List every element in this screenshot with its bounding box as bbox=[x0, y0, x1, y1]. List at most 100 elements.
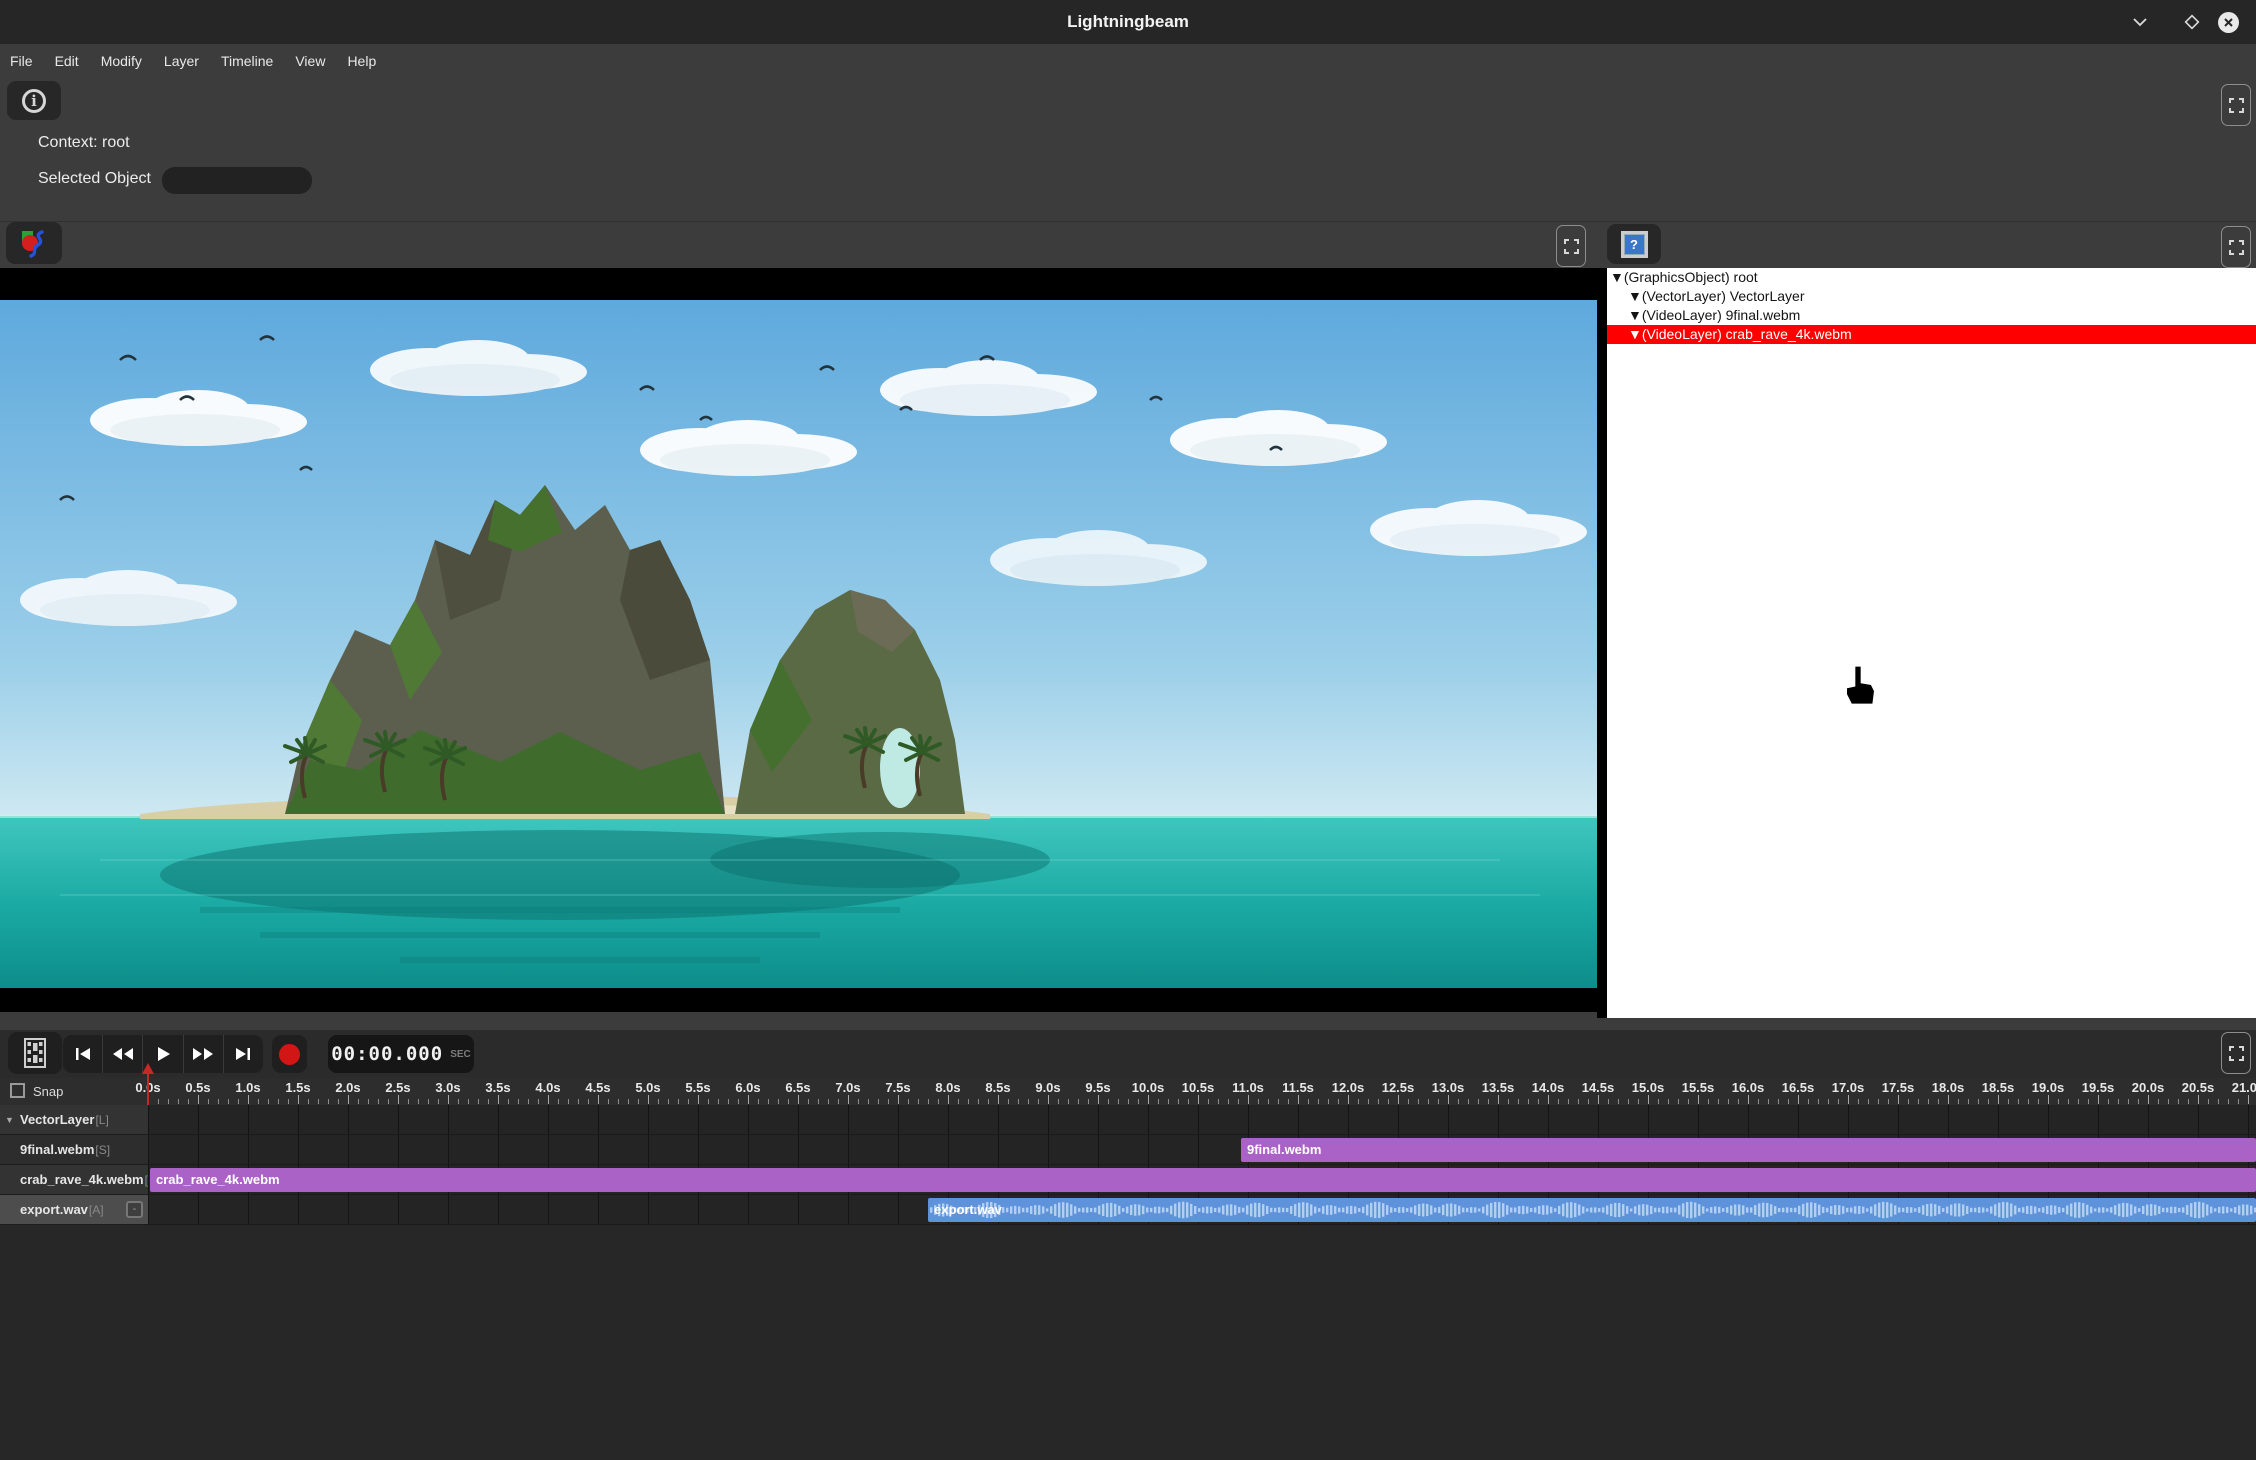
menu-item-view[interactable]: View bbox=[295, 53, 325, 69]
ruler-tick bbox=[558, 1099, 559, 1104]
track-content[interactable]: 9final.webm crab_rave_4k.webm export.wav bbox=[148, 1105, 2256, 1225]
skip-end-icon[interactable] bbox=[224, 1035, 263, 1073]
track-label-vectorlayer[interactable]: ▼VectorLayer[L] bbox=[0, 1105, 148, 1135]
ruler-tick bbox=[1668, 1099, 1669, 1104]
ruler-tick bbox=[1428, 1099, 1429, 1104]
ruler-tick bbox=[1008, 1099, 1009, 1104]
track-name: 9final.webm bbox=[20, 1142, 94, 1157]
ruler-tick bbox=[1968, 1099, 1969, 1104]
ruler-tick bbox=[248, 1095, 249, 1104]
ruler-label: 18.0s bbox=[1932, 1080, 1965, 1095]
menu-item-help[interactable]: Help bbox=[347, 53, 376, 69]
menu-item-layer[interactable]: Layer bbox=[164, 53, 199, 69]
ruler-tick bbox=[1158, 1099, 1159, 1104]
menu-item-file[interactable]: File bbox=[10, 53, 33, 69]
ruler-tick bbox=[658, 1099, 659, 1104]
ruler-label: 3.0s bbox=[435, 1080, 460, 1095]
ruler-tick bbox=[2248, 1095, 2249, 1104]
ruler-tick bbox=[1398, 1095, 1399, 1104]
ruler-tick bbox=[858, 1099, 859, 1104]
ruler-tick bbox=[468, 1099, 469, 1104]
ruler-tick bbox=[1678, 1099, 1679, 1104]
menu-item-edit[interactable]: Edit bbox=[55, 53, 79, 69]
ruler-tick bbox=[2028, 1099, 2029, 1104]
ruler-tick bbox=[978, 1099, 979, 1104]
ruler-tick bbox=[818, 1099, 819, 1104]
timecode-display: 00:00.000 SEC bbox=[328, 1035, 474, 1073]
ruler-tick bbox=[1048, 1095, 1049, 1104]
ruler-tick bbox=[178, 1099, 179, 1104]
stage-tab[interactable] bbox=[6, 222, 62, 264]
fullscreen-icon[interactable] bbox=[2221, 226, 2251, 268]
film-strip-icon bbox=[22, 1038, 48, 1068]
context-text: Context: root bbox=[38, 134, 130, 152]
ruler-tick bbox=[438, 1099, 439, 1104]
fast-forward-icon[interactable] bbox=[184, 1035, 224, 1073]
clip-video[interactable]: 9final.webm bbox=[1241, 1138, 2256, 1162]
rewind-icon[interactable] bbox=[103, 1035, 143, 1073]
app-window: Lightningbeam File Edit Modify Layer Timelin… bbox=[0, 0, 2256, 1460]
scene-tree-tab[interactable]: ? bbox=[1607, 224, 1661, 264]
timeline-ruler[interactable]: Snap 0.0s0.5s1.0s1.5s2.0s2.5s3.0s3.5s4.0… bbox=[0, 1078, 2256, 1105]
ruler-tick bbox=[598, 1095, 599, 1104]
play-icon[interactable] bbox=[143, 1035, 183, 1073]
ruler-tick bbox=[2188, 1099, 2189, 1104]
timeline-tab[interactable] bbox=[8, 1032, 62, 1074]
ruler-tick bbox=[1818, 1099, 1819, 1104]
track-row[interactable]: export.wav bbox=[148, 1195, 2256, 1225]
expander-icon[interactable]: ▼ bbox=[5, 1105, 14, 1135]
title-bar: Lightningbeam bbox=[0, 0, 2256, 44]
ruler-label: 19.0s bbox=[2032, 1080, 2065, 1095]
fullscreen-icon[interactable] bbox=[2221, 1032, 2251, 1074]
ruler-tick bbox=[1578, 1099, 1579, 1104]
ruler-tick bbox=[1878, 1099, 1879, 1104]
close-icon[interactable] bbox=[2216, 10, 2240, 34]
tree-item[interactable]: ▼(GraphicsObject) root bbox=[1607, 268, 2256, 287]
ruler-tick bbox=[2198, 1095, 2199, 1104]
fullscreen-icon[interactable] bbox=[1556, 225, 1586, 267]
track-row[interactable]: crab_rave_4k.webm bbox=[148, 1165, 2256, 1195]
selected-object-input[interactable] bbox=[162, 167, 312, 194]
track-row[interactable] bbox=[148, 1105, 2256, 1135]
ruler-tick bbox=[1368, 1099, 1369, 1104]
mute-checkbox[interactable]: - bbox=[126, 1201, 143, 1218]
placeholder-image-icon: ? bbox=[1621, 231, 1648, 258]
tree-item[interactable]: ▼(VideoLayer) crab_rave_4k.webm bbox=[1607, 325, 2256, 344]
record-button[interactable] bbox=[272, 1035, 307, 1073]
skip-start-icon[interactable] bbox=[63, 1035, 103, 1073]
ruler-tick bbox=[788, 1099, 789, 1104]
ruler-label: 14.0s bbox=[1532, 1080, 1565, 1095]
ruler-label: 1.0s bbox=[235, 1080, 260, 1095]
fullscreen-icon[interactable] bbox=[2221, 84, 2251, 126]
ruler-tick bbox=[518, 1099, 519, 1104]
tree-item[interactable]: ▼(VectorLayer) VectorLayer bbox=[1607, 287, 2256, 306]
ruler-tick bbox=[1978, 1099, 1979, 1104]
ruler-tick bbox=[1318, 1099, 1319, 1104]
ruler-tick bbox=[1108, 1099, 1109, 1104]
ruler-tick bbox=[1278, 1099, 1279, 1104]
track-label-crab-rave-4k-webm[interactable]: crab_rave_4k.webm[S] bbox=[0, 1165, 148, 1195]
maximize-icon[interactable] bbox=[2180, 10, 2204, 34]
clip-label: crab_rave_4k.webm bbox=[156, 1172, 280, 1187]
ruler-tick bbox=[868, 1099, 869, 1104]
track-name: export.wav bbox=[20, 1202, 88, 1217]
clip-video[interactable]: crab_rave_4k.webm bbox=[150, 1168, 2256, 1192]
clip-audio[interactable]: export.wav bbox=[928, 1198, 2256, 1222]
ruler-tick bbox=[808, 1099, 809, 1104]
ruler-tick bbox=[958, 1099, 959, 1104]
ruler-tick bbox=[2218, 1099, 2219, 1104]
ruler-tick bbox=[298, 1095, 299, 1104]
info-tab[interactable]: i bbox=[7, 81, 61, 120]
menu-item-modify[interactable]: Modify bbox=[101, 53, 142, 69]
ruler-tick bbox=[918, 1099, 919, 1104]
track-label-9final-webm[interactable]: 9final.webm[S] bbox=[0, 1135, 148, 1165]
ruler-label: 4.5s bbox=[585, 1080, 610, 1095]
menu-item-timeline[interactable]: Timeline bbox=[221, 53, 273, 69]
snap-checkbox[interactable] bbox=[10, 1083, 25, 1098]
ruler-tick bbox=[1998, 1095, 1999, 1104]
track-row[interactable]: 9final.webm bbox=[148, 1135, 2256, 1165]
ruler-tick bbox=[588, 1099, 589, 1104]
minimize-icon[interactable] bbox=[2128, 10, 2152, 34]
tree-item[interactable]: ▼(VideoLayer) 9final.webm bbox=[1607, 306, 2256, 325]
track-label-export-wav[interactable]: export.wav[A]- bbox=[0, 1195, 148, 1225]
